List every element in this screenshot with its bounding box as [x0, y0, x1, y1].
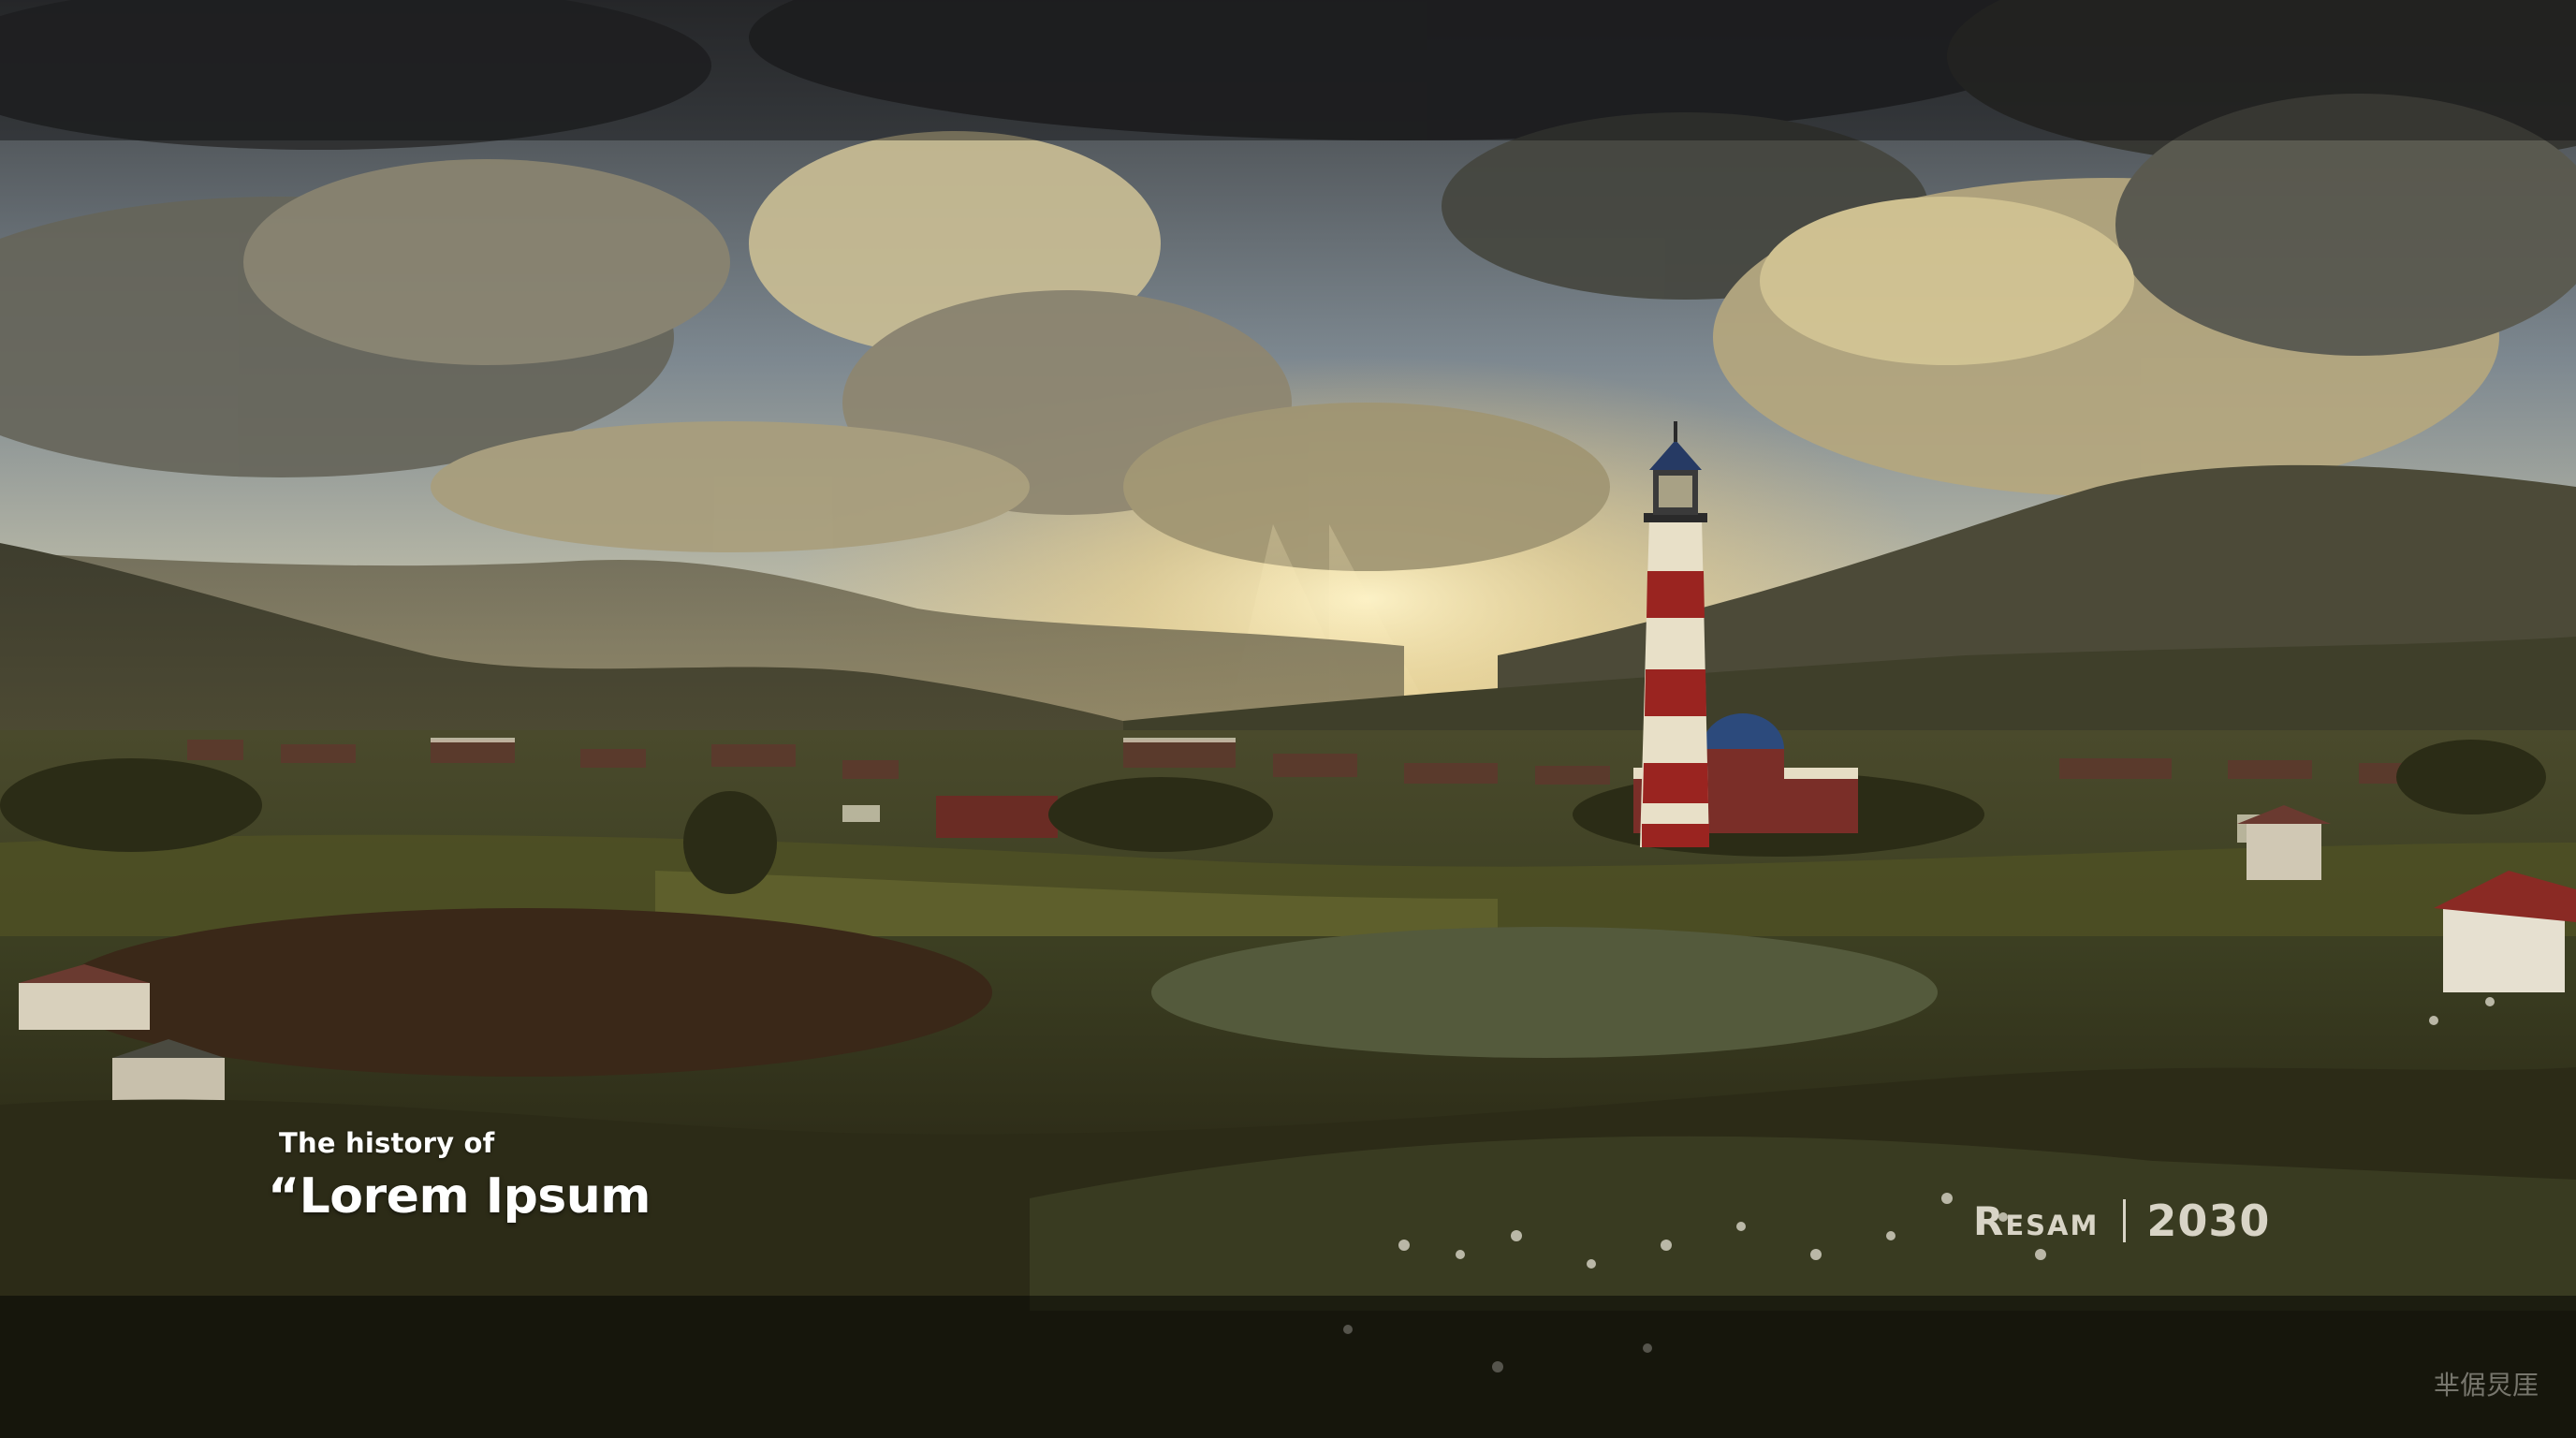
- slide: The history of “Lorem Ipsum Resam 2030 芈…: [0, 0, 2576, 1438]
- brand-year: 2030: [2146, 1196, 2271, 1246]
- slide-subtitle: The history of: [279, 1127, 495, 1159]
- top-overlay-band: [0, 0, 2576, 140]
- bottom-overlay-band: [0, 1296, 2576, 1438]
- corner-watermark: 芈倨炅厓: [2434, 1370, 2539, 1401]
- brand-block: Resam 2030: [1973, 1195, 2270, 1247]
- brand-name: Resam: [1973, 1197, 2100, 1244]
- brand-divider: [2123, 1199, 2127, 1242]
- slide-title: “Lorem Ipsum: [268, 1168, 651, 1225]
